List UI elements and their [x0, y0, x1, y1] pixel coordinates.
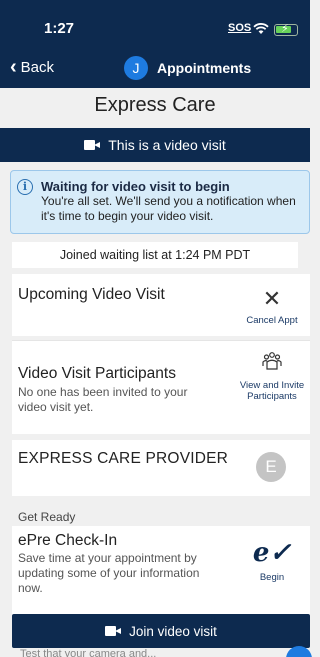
nav-title-group: J Appointments [124, 56, 251, 80]
get-ready-label: Get Ready [18, 510, 76, 524]
cancel-appt-label: Cancel Appt [246, 315, 298, 326]
user-avatar[interactable]: J [124, 56, 148, 80]
join-video-visit-button[interactable]: Join video visit [12, 614, 310, 648]
view-invite-label: View and Invite Participants [239, 380, 305, 402]
joined-waiting-list-text: Joined waiting list at 1:24 PM PDT [12, 242, 298, 268]
battery-icon: ⚡ [274, 23, 298, 36]
participants-title: Video Visit Participants [18, 365, 176, 382]
cancel-appt-button[interactable]: ✕ Cancel Appt [234, 286, 310, 327]
checkin-title: ePre Check-In [18, 532, 118, 549]
nav-title: Appointments [157, 60, 252, 76]
info-body: You're all set. We'll send you a notific… [41, 194, 296, 223]
status-time: 1:27 [44, 20, 75, 37]
view-invite-participants-button[interactable]: View and Invite Participants [234, 351, 310, 402]
sos-indicator: SOS [228, 22, 252, 34]
begin-checkin-button[interactable]: e✓ Begin [234, 540, 310, 583]
epre-checkin-card: ePre Check-In Save time at your appointm… [12, 526, 310, 616]
participants-subtitle: No one has been invited to your video vi… [18, 385, 188, 414]
signature-check-icon: e✓ [252, 538, 292, 568]
info-icon: i [17, 179, 33, 195]
provider-name: EXPRESS CARE PROVIDER [18, 450, 229, 467]
page-title: Express Care [94, 94, 216, 116]
people-icon [234, 351, 310, 374]
provider-avatar: E [256, 452, 286, 482]
video-visit-banner: This is a video visit [0, 128, 310, 162]
camera-test-text: Test that your camera and... [20, 648, 157, 657]
participants-card: Video Visit Participants No one has been… [12, 340, 310, 434]
checkin-subtitle: Save time at your appointment by updatin… [18, 551, 200, 595]
join-video-label: Join video visit [129, 623, 217, 639]
back-label: Back [20, 58, 55, 76]
wifi-icon [253, 22, 269, 40]
waiting-info-box: i Waiting for video visit to begin You'r… [10, 170, 310, 234]
chevron-left-icon: ‹ [10, 56, 17, 78]
top-bar: 1:27 SOS ⚡ ‹ Back J Appointments [0, 0, 310, 88]
begin-label: Begin [259, 572, 285, 583]
video-camera-icon [105, 626, 122, 636]
upcoming-title: Upcoming Video Visit [18, 286, 165, 303]
video-camera-icon [84, 140, 101, 150]
back-button[interactable]: ‹ Back [10, 56, 55, 78]
nav-bar: ‹ Back J Appointments [0, 56, 310, 82]
close-icon: ✕ [262, 286, 282, 311]
provider-card: EXPRESS CARE PROVIDER E [12, 440, 310, 496]
info-title: Waiting for video visit to begin [41, 179, 230, 194]
status-bar: 1:27 SOS ⚡ [0, 20, 310, 42]
video-banner-label: This is a video visit [108, 137, 226, 153]
upcoming-video-visit-card: Upcoming Video Visit ✕ Cancel Appt [12, 274, 310, 336]
